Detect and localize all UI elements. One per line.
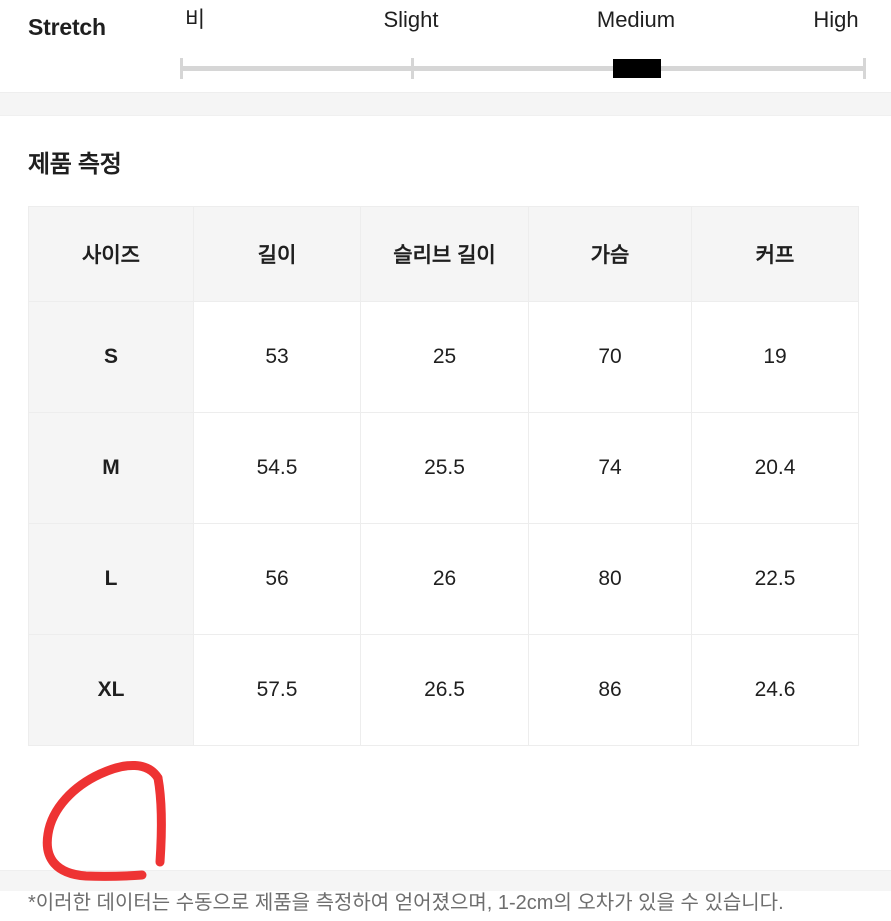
cell-sleeve: 26 (360, 523, 529, 635)
cell-length: 57.5 (193, 634, 361, 746)
cell-chest: 70 (528, 301, 692, 413)
table-header-row: 사이즈 길이 슬리브 길이 가슴 커프 (28, 206, 859, 302)
cell-chest: 80 (528, 523, 692, 635)
cell-sleeve: 26.5 (360, 634, 529, 746)
column-header-chest: 가슴 (528, 206, 692, 302)
stretch-title: Stretch (28, 14, 106, 40)
cell-cuff: 20.4 (691, 412, 859, 524)
table-row: M 54.5 25.5 74 20.4 (28, 412, 859, 524)
bottom-band (0, 870, 891, 891)
cell-size: M (28, 412, 194, 524)
cell-size: L (28, 523, 194, 635)
table-row: L 56 26 80 22.5 (28, 523, 859, 635)
cell-length: 54.5 (193, 412, 361, 524)
column-header-size: 사이즈 (28, 206, 194, 302)
column-header-cuff: 커프 (691, 206, 859, 302)
table-row: S 53 25 70 19 (28, 301, 859, 413)
measurement-footnote: *이러한 데이터는 수동으로 제품을 측정하여 얻어졌으며, 1-2cm의 오차… (28, 892, 784, 914)
cell-length: 53 (193, 301, 361, 413)
stretch-label-slight: Slight (383, 7, 439, 32)
stretch-scale-labels: 비 Slight Medium High (170, 2, 871, 38)
stretch-slider-tick-start (180, 58, 183, 79)
cell-length: 56 (193, 523, 361, 635)
stretch-slider-track (180, 66, 866, 71)
cell-sleeve: 25 (360, 301, 529, 413)
stretch-section: Stretch 비 Slight Medium High (0, 0, 891, 92)
column-header-length: 길이 (193, 206, 361, 302)
cell-chest: 74 (528, 412, 692, 524)
cell-size: XL (28, 634, 194, 746)
stretch-label-none: 비 (184, 7, 206, 32)
size-measurement-table: 사이즈 길이 슬리브 길이 가슴 커프 S 53 25 70 19 M 54.5… (28, 206, 859, 746)
stretch-label-medium: Medium (596, 7, 676, 32)
column-header-sleeve: 슬리브 길이 (360, 206, 529, 302)
cell-cuff: 19 (691, 301, 859, 413)
cell-chest: 86 (528, 634, 692, 746)
stretch-slider-tick-middle (411, 58, 414, 79)
table-row: XL 57.5 26.5 86 24.6 (28, 634, 859, 746)
cell-cuff: 24.6 (691, 634, 859, 746)
stretch-label-high: High (813, 7, 859, 32)
stretch-slider[interactable] (180, 58, 866, 80)
section-divider (0, 92, 891, 116)
measurement-title: 제품 측정 (28, 151, 122, 178)
stretch-slider-thumb[interactable] (613, 59, 661, 78)
cell-cuff: 22.5 (691, 523, 859, 635)
stretch-slider-tick-end (863, 58, 866, 79)
cell-sleeve: 25.5 (360, 412, 529, 524)
cell-size: S (28, 301, 194, 413)
